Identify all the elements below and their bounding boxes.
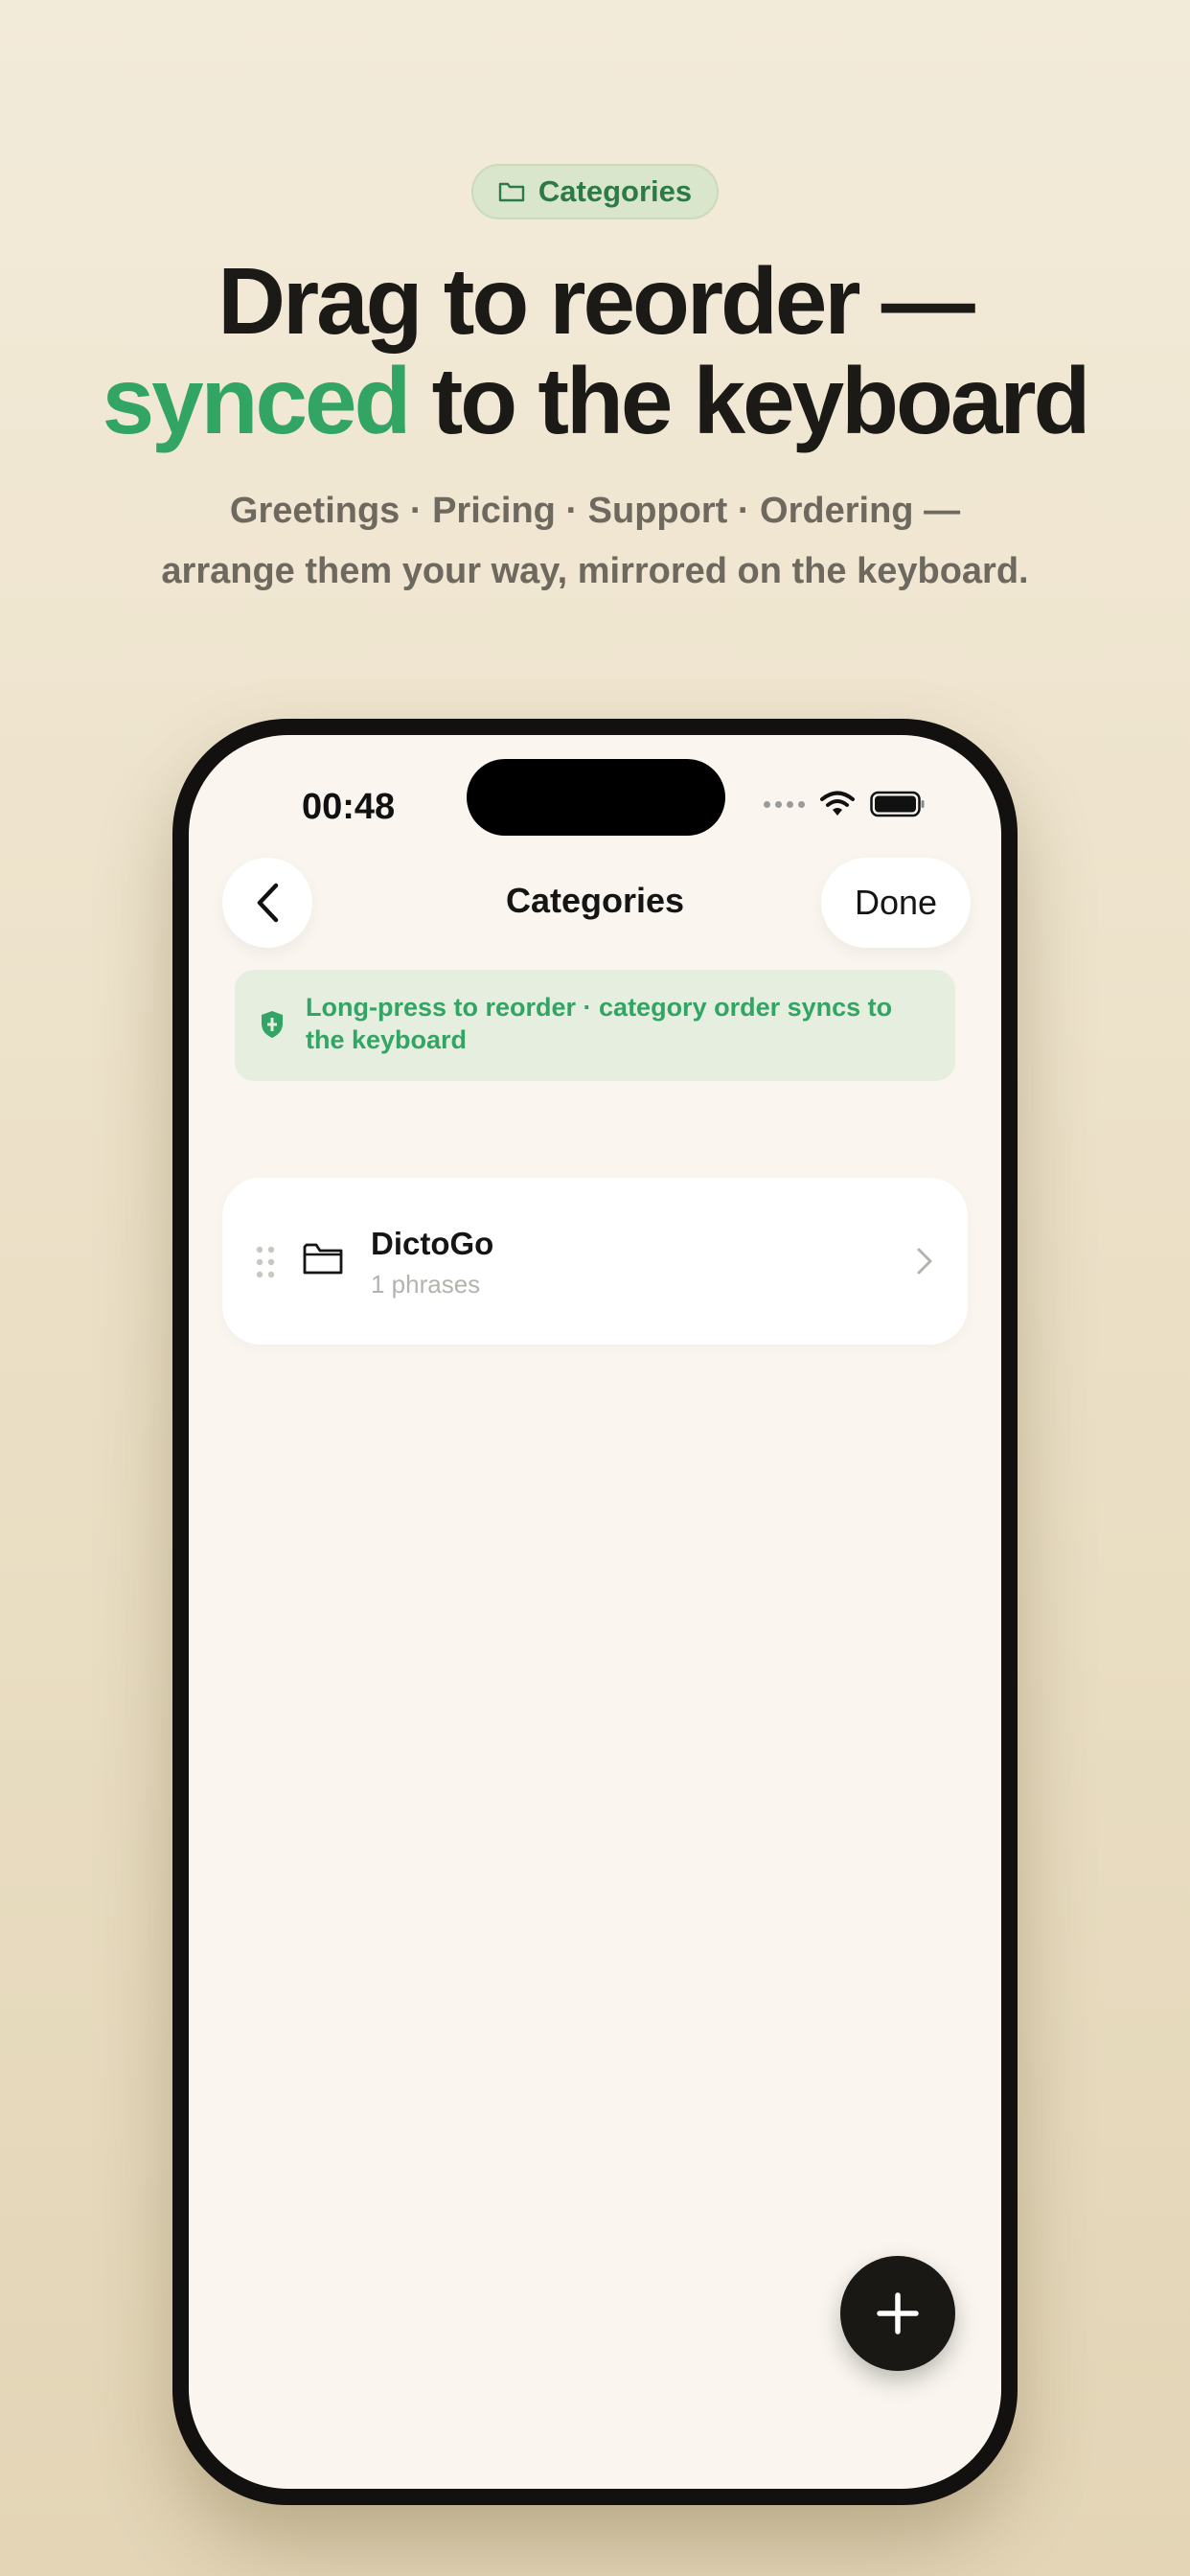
plus-icon <box>877 2292 919 2334</box>
category-name: DictoGo <box>371 1226 494 1261</box>
headline: Drag to reorder — synced to the keyboard <box>0 251 1190 450</box>
phone-screen: 00:48 Categories Done Long-press to reor… <box>189 735 1001 2489</box>
chevron-right-icon <box>917 1248 932 1275</box>
subhead-line-1: Greetings · Pricing · Support · Ordering… <box>229 491 961 531</box>
subhead-line-2: arrange them your way, mirrored on the k… <box>161 551 1029 591</box>
categories-badge: Categories <box>471 164 719 219</box>
status-time: 00:48 <box>302 787 396 827</box>
dynamic-island <box>467 759 725 836</box>
battery-icon <box>870 791 925 817</box>
status-icons <box>764 791 926 817</box>
info-banner-line-2: the keyboard <box>306 1025 468 1054</box>
done-button[interactable]: Done <box>821 858 971 948</box>
headline-line-2: synced to the keyboard <box>0 351 1190 450</box>
info-banner-line-1: Long-press to reorder · category order s… <box>306 993 893 1022</box>
folder-icon <box>303 1243 343 1275</box>
subheadline: Greetings · Pricing · Support · Ordering… <box>0 481 1190 602</box>
phone-frame: 00:48 Categories Done Long-press to reor… <box>172 719 1018 2505</box>
category-row[interactable]: DictoGo 1 phrases <box>222 1178 968 1345</box>
wifi-icon <box>820 791 855 816</box>
headline-line-1: Drag to reorder — <box>217 248 975 354</box>
reorder-info-banner: Long-press to reorder · category order s… <box>235 970 955 1081</box>
headline-accent: synced <box>102 348 412 453</box>
add-category-button[interactable] <box>840 2256 955 2371</box>
drag-handle-icon[interactable] <box>255 1245 276 1279</box>
badge-label: Categories <box>538 174 693 208</box>
headline-line-2-rest: to the keyboard <box>408 348 1091 453</box>
cellular-signal-icon <box>764 800 805 808</box>
shield-icon <box>262 1011 283 1038</box>
folder-icon <box>498 182 525 202</box>
category-phrase-count: 1 phrases <box>371 1270 481 1299</box>
